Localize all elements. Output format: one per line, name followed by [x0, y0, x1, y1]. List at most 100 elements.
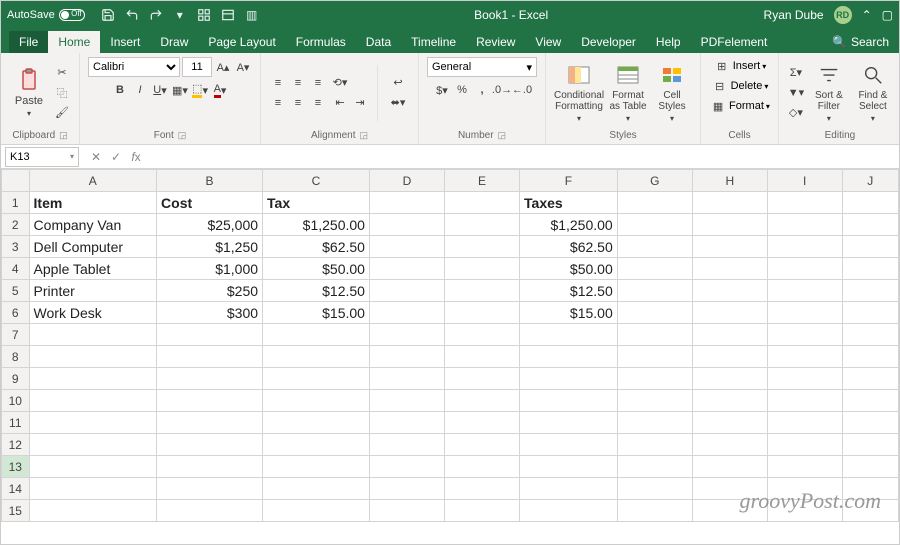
clear-icon[interactable]: ◇▾ [787, 104, 805, 122]
tab-developer[interactable]: Developer [571, 31, 646, 53]
save-icon[interactable] [101, 8, 115, 22]
select-all[interactable] [2, 170, 30, 192]
cell-G6[interactable] [617, 302, 692, 324]
row-header-13[interactable]: 13 [2, 456, 30, 478]
cell-I13[interactable] [767, 456, 842, 478]
cell-B2[interactable]: $25,000 [157, 214, 263, 236]
row-header-8[interactable]: 8 [2, 346, 30, 368]
cell-A4[interactable]: Apple Tablet [29, 258, 157, 280]
cell-D5[interactable] [369, 280, 444, 302]
cell-H10[interactable] [692, 390, 767, 412]
cell-B1[interactable]: Cost [157, 192, 263, 214]
insert-button[interactable]: ⊞Insert▾ [713, 57, 767, 75]
cell-C6[interactable]: $15.00 [263, 302, 370, 324]
cell-H3[interactable] [692, 236, 767, 258]
cell-D15[interactable] [369, 500, 444, 522]
row-header-15[interactable]: 15 [2, 500, 30, 522]
font-color-icon[interactable]: A▾ [211, 81, 229, 99]
cell-F8[interactable] [520, 346, 618, 368]
row-header-9[interactable]: 9 [2, 368, 30, 390]
format-as-table-button[interactable]: Format as Table▾ [608, 62, 648, 123]
copy-icon[interactable]: ⿻ [53, 84, 71, 102]
ribbon-options-icon[interactable]: ⌃ [862, 8, 872, 22]
cell-A12[interactable] [29, 434, 157, 456]
cell-J15[interactable] [842, 500, 898, 522]
dialog-launcher-icon[interactable]: ◲ [59, 130, 68, 141]
cell-A15[interactable] [29, 500, 157, 522]
format-painter-icon[interactable]: 🖌 [53, 104, 71, 122]
cell-C7[interactable] [263, 324, 370, 346]
cell-B5[interactable]: $250 [157, 280, 263, 302]
cell-I4[interactable] [767, 258, 842, 280]
col-header-A[interactable]: A [29, 170, 157, 192]
cell-J13[interactable] [842, 456, 898, 478]
search-button[interactable]: 🔍 Search [822, 31, 899, 53]
cell-F12[interactable] [520, 434, 618, 456]
row-header-7[interactable]: 7 [2, 324, 30, 346]
cell-J7[interactable] [842, 324, 898, 346]
cell-B9[interactable] [157, 368, 263, 390]
cell-B3[interactable]: $1,250 [157, 236, 263, 258]
cell-C11[interactable] [263, 412, 370, 434]
cell-G3[interactable] [617, 236, 692, 258]
cell-I12[interactable] [767, 434, 842, 456]
cell-H7[interactable] [692, 324, 767, 346]
font-name-select[interactable]: Calibri [88, 57, 180, 77]
cell-I3[interactable] [767, 236, 842, 258]
cell-B14[interactable] [157, 478, 263, 500]
cell-D11[interactable] [369, 412, 444, 434]
qat-icon2[interactable] [197, 8, 211, 22]
cell-G10[interactable] [617, 390, 692, 412]
conditional-formatting-button[interactable]: Conditional Formatting▾ [554, 62, 604, 123]
cell-I11[interactable] [767, 412, 842, 434]
cell-B15[interactable] [157, 500, 263, 522]
row-header-3[interactable]: 3 [2, 236, 30, 258]
cell-D2[interactable] [369, 214, 444, 236]
cell-I14[interactable] [767, 478, 842, 500]
cell-E3[interactable] [445, 236, 520, 258]
cell-D7[interactable] [369, 324, 444, 346]
tab-formulas[interactable]: Formulas [286, 31, 356, 53]
cell-E14[interactable] [445, 478, 520, 500]
cell-H5[interactable] [692, 280, 767, 302]
fill-color-icon[interactable]: ⬚▾ [191, 81, 209, 99]
increase-indent-icon[interactable]: ⇥ [351, 94, 369, 112]
increase-font-icon[interactable]: A▴ [214, 58, 232, 76]
col-header-J[interactable]: J [842, 170, 898, 192]
cell-J14[interactable] [842, 478, 898, 500]
row-header-14[interactable]: 14 [2, 478, 30, 500]
cell-J10[interactable] [842, 390, 898, 412]
border-icon[interactable]: ▦▾ [171, 81, 189, 99]
fill-icon[interactable]: ▼▾ [787, 84, 805, 102]
cell-D14[interactable] [369, 478, 444, 500]
row-header-4[interactable]: 4 [2, 258, 30, 280]
decrease-indent-icon[interactable]: ⇤ [331, 94, 349, 112]
cell-I6[interactable] [767, 302, 842, 324]
cell-C2[interactable]: $1,250.00 [263, 214, 370, 236]
comma-icon[interactable]: , [473, 81, 491, 99]
cell-C8[interactable] [263, 346, 370, 368]
cell-F13[interactable] [520, 456, 618, 478]
cell-F11[interactable] [520, 412, 618, 434]
cell-H13[interactable] [692, 456, 767, 478]
cell-C4[interactable]: $50.00 [263, 258, 370, 280]
cell-I7[interactable] [767, 324, 842, 346]
underline-button[interactable]: U▾ [151, 81, 169, 99]
cell-B6[interactable]: $300 [157, 302, 263, 324]
cell-F15[interactable] [520, 500, 618, 522]
orientation-icon[interactable]: ⟲▾ [331, 74, 349, 92]
cell-E9[interactable] [445, 368, 520, 390]
tab-file[interactable]: File [9, 31, 48, 53]
tab-help[interactable]: Help [646, 31, 691, 53]
enter-icon[interactable]: ✓ [109, 150, 123, 164]
col-header-H[interactable]: H [692, 170, 767, 192]
row-header-11[interactable]: 11 [2, 412, 30, 434]
dialog-launcher-icon[interactable]: ◲ [178, 130, 187, 141]
wrap-text-icon[interactable]: ↩ [386, 74, 410, 92]
tab-view[interactable]: View [525, 31, 571, 53]
delete-button[interactable]: ⊟Delete▾ [711, 77, 769, 95]
currency-icon[interactable]: $▾ [433, 81, 451, 99]
cell-F9[interactable] [520, 368, 618, 390]
sort-filter-button[interactable]: Sort & Filter▾ [809, 62, 849, 123]
align-right-icon[interactable]: ≡ [309, 94, 327, 112]
